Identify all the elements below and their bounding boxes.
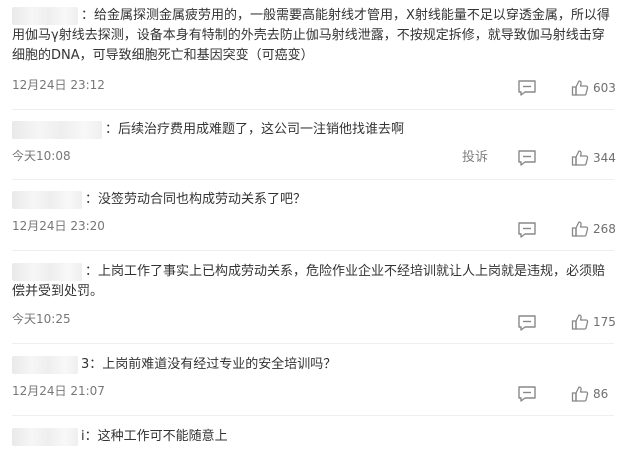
username-blurred[interactable] [12, 356, 78, 374]
comment-text-block: i：这种工作可不能随意上 [12, 427, 614, 447]
username-separator: i： [81, 429, 98, 444]
username-blurred[interactable] [12, 263, 82, 281]
username-blurred[interactable] [12, 428, 78, 446]
comment-bubble-icon[interactable] [517, 314, 537, 332]
divider [12, 343, 614, 344]
divider [12, 250, 614, 251]
username-blurred[interactable] [12, 121, 102, 139]
comment-text-block: 3：上岗前难道没有经过专业的安全培训吗？ [12, 355, 614, 375]
username-separator: ： [85, 264, 99, 279]
report-link[interactable]: 投诉 [462, 149, 488, 167]
thumbs-up-icon [571, 314, 589, 330]
thumbs-up-icon [571, 221, 589, 237]
comment-bubble-icon[interactable] [517, 149, 537, 167]
comment-timestamp: 12月24日 23:12 [12, 78, 105, 92]
comment-body: 这种工作可不能随意上 [97, 429, 228, 444]
comment-bubble-icon[interactable] [517, 79, 537, 97]
thumbs-up-icon [571, 386, 589, 402]
comment-text-block: ：上岗工作了事实上已构成劳动关系，危险作业企业不经培训就让人上岗就是违规，必须赔… [12, 262, 614, 302]
comment-text-block: ：后续治疗费用成难题了，这公司一注销他找谁去啊 [12, 120, 614, 140]
comment-body: 上岗前难道没有经过专业的安全培训吗？ [102, 357, 337, 372]
comment-timestamp: 今天10:08 [12, 149, 71, 163]
username-separator: 3： [81, 357, 103, 372]
divider [12, 109, 614, 110]
thumbs-up-icon [571, 150, 589, 166]
comment-body: 上岗工作了事实上已构成劳动关系，危险作业企业不经培训就让人上岗就是违规，必须赔偿… [12, 264, 606, 299]
username-blurred[interactable] [12, 7, 78, 25]
like-count: 86 [593, 387, 609, 401]
comment-timestamp: 今天10:25 [12, 312, 71, 326]
username-separator: ： [85, 192, 99, 207]
comment-timestamp: 12月24日 21:07 [12, 384, 105, 398]
comment-bubble-icon[interactable] [517, 221, 537, 239]
comment-bubble-icon[interactable] [517, 385, 537, 403]
like-count: 603 [593, 81, 616, 95]
like-count: 175 [593, 315, 616, 329]
like-count: 344 [593, 151, 616, 165]
comment-body: 后续治疗费用成难题了，这公司一注销他找谁去啊 [118, 122, 405, 137]
comment-text-block: ：没签劳动合同也构成劳动关系了吧？ [12, 190, 614, 210]
comment-text-block: ：给金属探测金属疲劳用的，一般需要高能射线才管用，X射线能量不足以穿透金属，所以… [12, 6, 614, 66]
divider [12, 179, 614, 180]
comment-timestamp: 12月24日 23:20 [12, 219, 105, 233]
divider [12, 415, 614, 416]
comment-body: 给金属探测金属疲劳用的，一般需要高能射线才管用，X射线能量不足以穿透金属，所以得… [12, 8, 610, 63]
username-separator: ： [105, 122, 119, 137]
username-blurred[interactable] [12, 191, 82, 209]
comment-body: 没签劳动合同也构成劳动关系了吧？ [98, 192, 307, 207]
like-count: 268 [593, 222, 616, 236]
thumbs-up-icon [571, 80, 589, 96]
username-separator: ： [81, 8, 95, 23]
